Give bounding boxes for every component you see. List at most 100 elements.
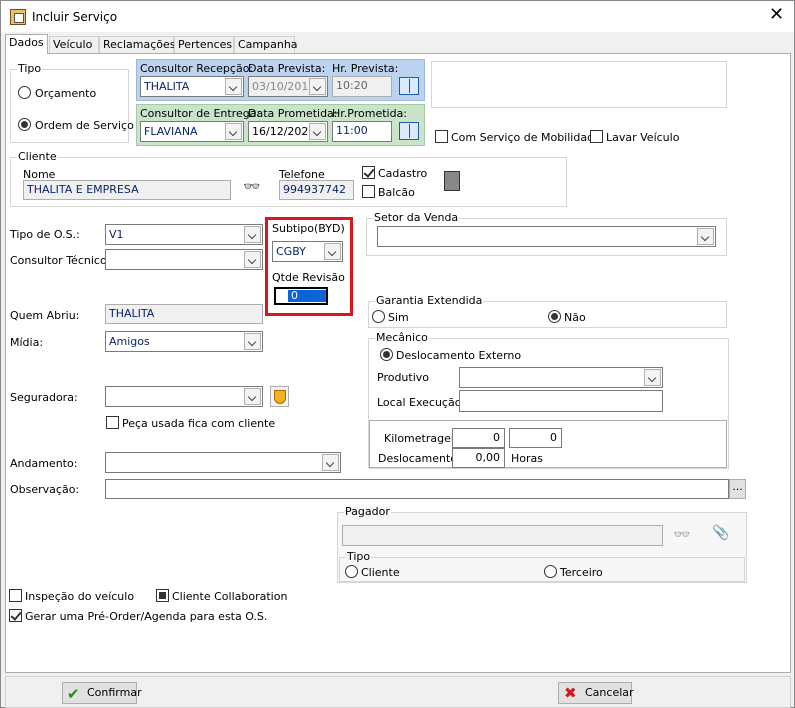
tab-pertences[interactable]: Pertences — [174, 36, 234, 53]
chevron-down-icon — [244, 388, 261, 405]
chevron-down-icon — [324, 243, 341, 260]
seguradora-select[interactable] — [105, 386, 263, 407]
chevron-down-icon — [644, 369, 661, 386]
observacao-field[interactable] — [105, 479, 729, 499]
subtipo-value: CGBY — [276, 245, 306, 258]
check-icon: ✔ — [67, 685, 80, 703]
observacao-more-button[interactable]: ... — [729, 479, 746, 499]
km-field-1[interactable]: 0 — [452, 428, 505, 448]
garantia-nao-radio[interactable] — [548, 310, 561, 323]
setor-venda-select[interactable] — [377, 226, 716, 247]
book-icon[interactable] — [399, 77, 419, 95]
pagador-terceiro-radio[interactable] — [544, 565, 557, 578]
produtivo-label: Produtivo — [377, 371, 430, 384]
chevron-down-icon — [309, 123, 326, 140]
confirmar-button[interactable]: ✔ Confirmar — [62, 682, 142, 704]
hora-prevista-field[interactable]: 10:20 — [332, 76, 392, 97]
collaboration-label: Cliente Collaboration — [172, 590, 288, 603]
cancelar-label: Cancelar — [585, 686, 634, 699]
peca-usada-checkbox[interactable] — [106, 416, 119, 429]
consultor-entrega-value: FLAVIANA — [144, 125, 198, 138]
pagador-field[interactable] — [342, 525, 663, 546]
confirmar-label: Confirmar — [87, 686, 142, 699]
chevron-down-icon — [225, 78, 242, 95]
cancelar-button[interactable]: ✖ Cancelar — [558, 682, 634, 704]
glasses-icon[interactable]: 👓 — [243, 179, 260, 195]
tab-reclamacoes[interactable]: Reclamações — [99, 36, 176, 53]
consultor-entrega-select[interactable]: FLAVIANA — [140, 121, 244, 142]
midia-label: Mídia: — [10, 336, 44, 349]
tab-dados[interactable]: Dados — [5, 34, 48, 54]
glasses-icon[interactable]: 👓 — [673, 527, 690, 543]
cancel-x-icon: ✖ — [564, 684, 577, 702]
garantia-title: Garantia Extendida — [375, 294, 484, 307]
pre-order-checkbox[interactable] — [9, 609, 22, 622]
orcamento-label: Orçamento — [35, 87, 97, 100]
observacao-label: Observação: — [10, 483, 80, 496]
inspecao-label: Inspeção do veículo — [25, 590, 135, 603]
produtivo-select[interactable] — [459, 367, 663, 388]
file-cabinet-icon[interactable] — [444, 171, 460, 191]
hora-prometida-field[interactable]: 11:00 — [332, 121, 392, 142]
local-execucao-label: Local Execução — [377, 396, 462, 409]
garantia-nao-label: Não — [564, 311, 586, 324]
hora-prometida-label: Hr.Prometida: — [332, 107, 408, 120]
paperclip-icon[interactable]: 📎 — [712, 525, 729, 541]
consultor-tecnico-label: Consultor Técnico: — [10, 254, 111, 267]
tipo-group-title: Tipo — [17, 62, 43, 75]
midia-value: Amigos — [109, 335, 150, 348]
nome-field[interactable]: THALITA E EMPRESA — [23, 180, 231, 200]
local-execucao-field[interactable] — [459, 390, 663, 412]
book-icon[interactable] — [399, 122, 419, 140]
deslocamento-externo-label: Deslocamento Externo — [396, 349, 522, 362]
chevron-down-icon — [244, 333, 261, 350]
andamento-select[interactable] — [105, 452, 341, 473]
deslocamento-label: Deslocamento — [378, 452, 458, 465]
subtipo-select[interactable]: CGBY — [272, 241, 343, 262]
subtipo-label: Subtipo(BYD) — [272, 222, 345, 235]
tipo-os-select[interactable]: V1 — [105, 224, 263, 245]
pagador-cliente-radio[interactable] — [345, 565, 358, 578]
quem-abriu-label: Quem Abriu: — [10, 309, 80, 322]
mecanico-title: Mecânico — [375, 331, 429, 344]
close-button[interactable]: ✕ — [769, 5, 784, 25]
deslocamento-field[interactable]: 0,00 — [452, 448, 505, 468]
ordem-servico-radio[interactable] — [18, 118, 31, 131]
inspecao-checkbox[interactable] — [9, 589, 22, 602]
tipo-os-label: Tipo de O.S.: — [10, 228, 80, 241]
tab-veiculo[interactable]: Veículo — [49, 36, 99, 53]
deslocamento-externo-radio[interactable] — [380, 348, 393, 361]
consultor-recepcao-select[interactable]: THALITA — [140, 76, 244, 97]
qtde-revisao-field[interactable]: 0 — [274, 287, 328, 305]
km-field-2[interactable]: 0 — [509, 428, 562, 448]
balcao-checkbox[interactable] — [362, 185, 375, 198]
chevron-down-icon — [697, 228, 714, 245]
collaboration-checkbox[interactable] — [156, 589, 169, 602]
consultor-tecnico-select[interactable] — [105, 249, 263, 270]
chevron-down-icon — [322, 454, 339, 471]
midia-select[interactable]: Amigos — [105, 331, 263, 352]
pagador-title: Pagador — [344, 505, 391, 518]
cadastro-checkbox[interactable] — [362, 166, 375, 179]
mobilidade-checkbox[interactable] — [435, 130, 448, 143]
pre-order-label: Gerar uma Pré-Order/Agenda para esta O.S… — [25, 610, 268, 623]
hora-prevista-label: Hr. Prevista: — [332, 62, 399, 75]
shield-button[interactable] — [270, 386, 289, 407]
chevron-down-icon — [244, 226, 261, 243]
data-prometida-value: 16/12/2024 — [252, 125, 316, 138]
garantia-sim-label: Sim — [388, 311, 409, 324]
consultor-recepcao-value: THALITA — [144, 80, 190, 93]
orcamento-radio[interactable] — [18, 86, 31, 99]
tab-campanha[interactable]: Campanha — [234, 36, 298, 53]
chevron-down-icon — [244, 251, 261, 268]
data-prevista-picker[interactable]: 03/10/2017 — [248, 76, 328, 97]
app-icon — [10, 9, 26, 25]
garantia-sim-radio[interactable] — [372, 310, 385, 323]
telefone-field[interactable]: 994937742 — [279, 180, 354, 200]
ordem-servico-label: Ordem de Serviço — [35, 119, 134, 132]
data-prometida-picker[interactable]: 16/12/2024 — [248, 121, 328, 142]
lavar-veiculo-checkbox[interactable] — [590, 130, 603, 143]
quem-abriu-field[interactable]: THALITA — [105, 304, 263, 324]
pagador-tipo-title: Tipo — [346, 550, 372, 563]
balcao-label: Balcão — [378, 186, 415, 199]
